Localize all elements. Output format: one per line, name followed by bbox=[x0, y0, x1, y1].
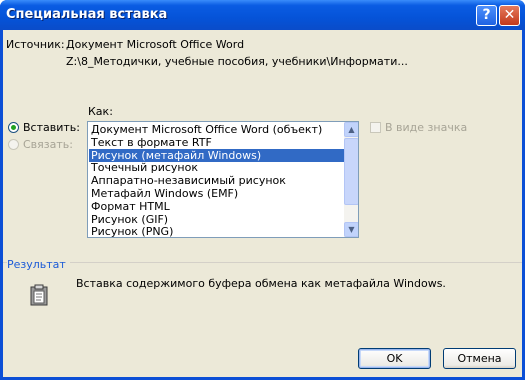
list-scrollbar[interactable]: ▲ ▼ bbox=[344, 122, 358, 237]
how-label: Как: bbox=[88, 105, 113, 118]
list-item[interactable]: Рисунок (PNG) bbox=[89, 225, 344, 237]
clipboard-icon bbox=[30, 284, 48, 306]
scroll-thumb[interactable] bbox=[344, 138, 358, 205]
result-text: Вставка содержимого буфера обмена как ме… bbox=[76, 277, 446, 290]
cancel-button[interactable]: Отмена bbox=[443, 348, 516, 369]
title-bar[interactable]: Специальная вставка ? ✕ bbox=[0, 0, 525, 30]
list-item[interactable]: Формат HTML bbox=[89, 200, 344, 213]
paste-radio[interactable] bbox=[8, 122, 19, 133]
list-item[interactable]: Аппаратно-независимый рисунок bbox=[89, 174, 344, 187]
ok-button[interactable]: OK bbox=[358, 348, 431, 369]
help-button[interactable]: ? bbox=[476, 5, 497, 26]
list-item[interactable]: Рисунок (метафайл Windows) bbox=[89, 148, 344, 162]
scroll-up-icon[interactable]: ▲ bbox=[344, 122, 358, 137]
source-path: Z:\8_Методички, учебные пособия, учебник… bbox=[66, 55, 408, 68]
list-item[interactable]: Метафайл Windows (EMF) bbox=[89, 187, 344, 200]
display-as-icon-checkbox[interactable] bbox=[370, 122, 381, 133]
paste-label[interactable]: Вставить: bbox=[23, 121, 80, 134]
list-item[interactable]: Рисунок (GIF) bbox=[89, 213, 344, 226]
link-label[interactable]: Связать: bbox=[23, 138, 73, 151]
close-button[interactable]: ✕ bbox=[499, 5, 520, 26]
window-title: Специальная вставка bbox=[6, 7, 168, 22]
source-label: Источник: bbox=[6, 38, 65, 51]
scroll-down-icon[interactable]: ▼ bbox=[344, 222, 358, 237]
result-label: Результат bbox=[7, 258, 70, 271]
source-name: Документ Microsoft Office Word bbox=[66, 38, 245, 51]
paste-as-list[interactable]: Документ Microsoft Office Word (объект) Т… bbox=[87, 121, 359, 238]
dialog-window: Специальная вставка ? ✕ Источник: Докуме… bbox=[0, 0, 525, 380]
list-item[interactable]: Документ Microsoft Office Word (объект) bbox=[89, 123, 344, 136]
list-item[interactable]: Точечный рисунок bbox=[89, 161, 344, 174]
list-item[interactable]: Текст в формате RTF bbox=[89, 136, 344, 149]
display-as-icon-label[interactable]: В виде значка bbox=[385, 121, 467, 134]
paste-radio-dot bbox=[11, 125, 16, 130]
result-separator bbox=[3, 262, 522, 263]
dialog-body: Источник: Документ Microsoft Office Word… bbox=[3, 30, 522, 377]
link-radio[interactable] bbox=[8, 139, 19, 150]
